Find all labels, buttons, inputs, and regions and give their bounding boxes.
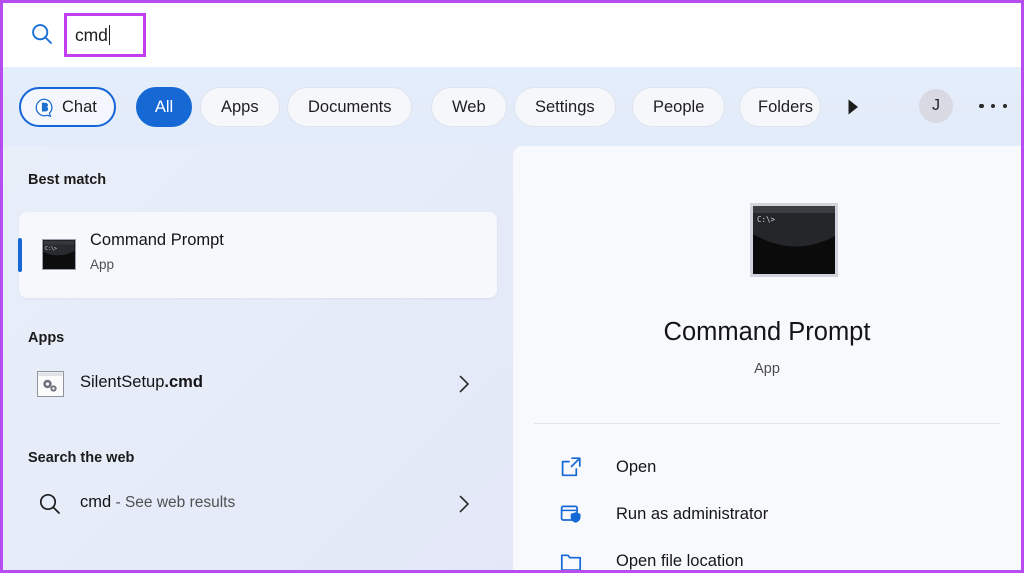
windows-search-panel: cmd Chat All Apps Documents Web Settings [0,0,1024,573]
dot-1 [979,103,984,109]
chip-documents-label: Documents [308,97,392,116]
list-item-label: cmd - See web results [80,493,235,512]
action-label: Run as administrator [616,504,769,523]
chip-all-label: All [154,97,174,116]
list-item-web-search[interactable]: cmd - See web results [19,478,497,530]
action-label: Open [616,457,657,476]
chip-documents[interactable]: Documents [287,87,413,127]
preview-subtitle: App [754,361,780,377]
search-bar: cmd [3,3,1021,67]
chip-chat-label: Chat [62,97,97,116]
console-icon-large: C:\> [750,203,838,277]
search-icon[interactable] [30,22,54,46]
chevron-right-icon[interactable] [459,375,470,393]
chip-web[interactable]: Web [431,87,507,127]
divider [534,423,1000,424]
console-icon: C:\> [42,239,76,270]
section-header-best-match: Best match [28,172,107,188]
text-caret [108,25,111,45]
open-external-icon [561,457,581,477]
dot-2 [990,103,996,109]
search-input-value: cmd [75,24,108,45]
chip-settings[interactable]: Settings [514,87,616,127]
best-match-subtitle: App [90,257,115,272]
web-query: cmd [80,493,112,511]
chip-folders-label: Folders [758,97,814,116]
search-results-body: Best match C:\> Command Prompt App Apps [3,146,1021,570]
chip-apps[interactable]: Apps [200,87,280,127]
dot-3 [1002,103,1007,109]
chevron-right-arrow-icon[interactable] [843,97,863,117]
chip-people-label: People [653,97,705,116]
action-label: Open file location [616,551,744,570]
preview-title: Command Prompt [663,318,871,346]
avatar[interactable]: J [919,89,953,123]
shield-window-icon [560,505,581,523]
preview-pane: C:\> Command Prompt App Open Run as admi… [513,146,1021,570]
section-header-search-the-web: Search the web [28,450,135,466]
chip-chat[interactable]: Chat [19,87,116,127]
action-open[interactable]: Open [527,447,1007,487]
list-item-label: SilentSetup.cmd [80,373,203,392]
results-pane: Best match C:\> Command Prompt App Apps [3,146,513,570]
chip-web-label: Web [452,97,486,116]
search-input[interactable]: cmd [64,13,146,57]
section-header-apps: Apps [28,330,65,346]
script-gears-icon [37,371,64,397]
chip-apps-label: Apps [221,97,259,116]
copilot-icon [35,98,53,117]
web-suffix: - See web results [111,494,236,511]
list-item-silentsetup[interactable]: SilentSetup.cmd [19,358,497,410]
selection-indicator [18,238,22,272]
chip-all[interactable]: All [136,87,192,127]
app-name-plain: SilentSetup [80,373,165,391]
chip-folders[interactable]: Folders [739,87,821,127]
chip-settings-label: Settings [535,97,595,116]
more-options-button[interactable] [979,96,1007,116]
app-name-match: .cmd [164,373,203,391]
svg-text:C:\>: C:\> [757,215,776,224]
avatar-initial: J [932,97,940,114]
chevron-right-icon[interactable] [459,495,470,513]
best-match-title: Command Prompt [90,231,224,249]
search-pill[interactable] [9,11,1015,59]
folder-icon [560,554,582,570]
svg-text:C:\>: C:\> [45,246,57,252]
best-match-item[interactable]: C:\> Command Prompt App [18,212,497,298]
search-icon [39,493,60,514]
action-open-file-location[interactable]: Open file location [527,541,1007,570]
filter-chips-row: Chat All Apps Documents Web Settings Peo… [3,67,1021,146]
action-run-as-administrator[interactable]: Run as administrator [527,494,1007,534]
chip-people[interactable]: People [632,87,726,127]
